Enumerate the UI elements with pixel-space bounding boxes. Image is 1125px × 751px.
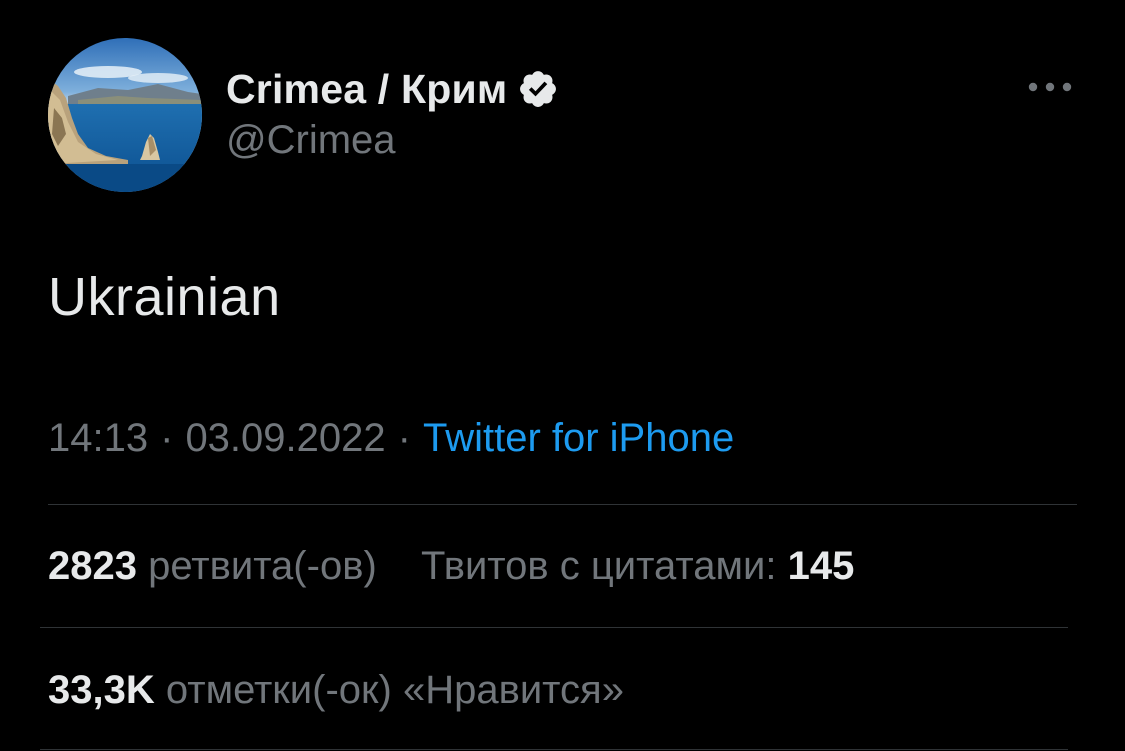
more-options-button[interactable] xyxy=(1022,70,1078,104)
tweet-detail: Crimea / Крим @Crimea Ukrainian 14:13 · 03… xyxy=(0,0,1125,751)
author-info: Crimea / Крим @Crimea xyxy=(226,64,559,163)
retweets-count: 2823 xyxy=(48,544,137,588)
tweet-text: Ukrainian xyxy=(48,267,281,327)
author-handle[interactable]: @Crimea xyxy=(226,118,559,163)
tweet-metadata: 14:13 · 03.09.2022 · Twitter for iPhone xyxy=(48,416,734,461)
divider xyxy=(48,504,1077,505)
separator-dot: · xyxy=(160,416,174,460)
quotes-label: Твитов с цитатами: xyxy=(421,544,777,588)
author-display-name[interactable]: Crimea / Крим xyxy=(226,66,507,113)
retweets-label: ретвита(-ов) xyxy=(148,544,377,588)
tweet-time[interactable]: 14:13 xyxy=(48,416,148,460)
display-name-row: Crimea / Крим xyxy=(226,64,559,114)
quotes-stat[interactable]: Твитов с цитатами: 145 xyxy=(421,544,854,588)
likes-stats: 33,3K отметки(-ок) «Нравится» xyxy=(48,668,624,713)
likes-stat[interactable]: 33,3K отметки(-ок) «Нравится» xyxy=(48,668,624,712)
separator-dot: · xyxy=(397,416,411,460)
retweets-stat[interactable]: 2823 ретвита(-ов) xyxy=(48,544,377,588)
quotes-count: 145 xyxy=(787,544,855,588)
avatar[interactable] xyxy=(48,38,202,192)
verified-badge-icon xyxy=(517,68,559,110)
tweet-date[interactable]: 03.09.2022 xyxy=(185,416,385,460)
retweet-quote-stats: 2823 ретвита(-ов) Твитов с цитатами: 145 xyxy=(48,544,854,589)
likes-label: отметки(-ок) «Нравится» xyxy=(165,668,624,712)
tweet-source-link[interactable]: Twitter for iPhone xyxy=(423,416,734,460)
divider xyxy=(40,627,1068,628)
likes-count: 33,3K xyxy=(48,668,155,712)
divider xyxy=(40,749,1068,750)
avatar-image xyxy=(48,38,202,192)
more-options-icon xyxy=(1028,82,1072,92)
